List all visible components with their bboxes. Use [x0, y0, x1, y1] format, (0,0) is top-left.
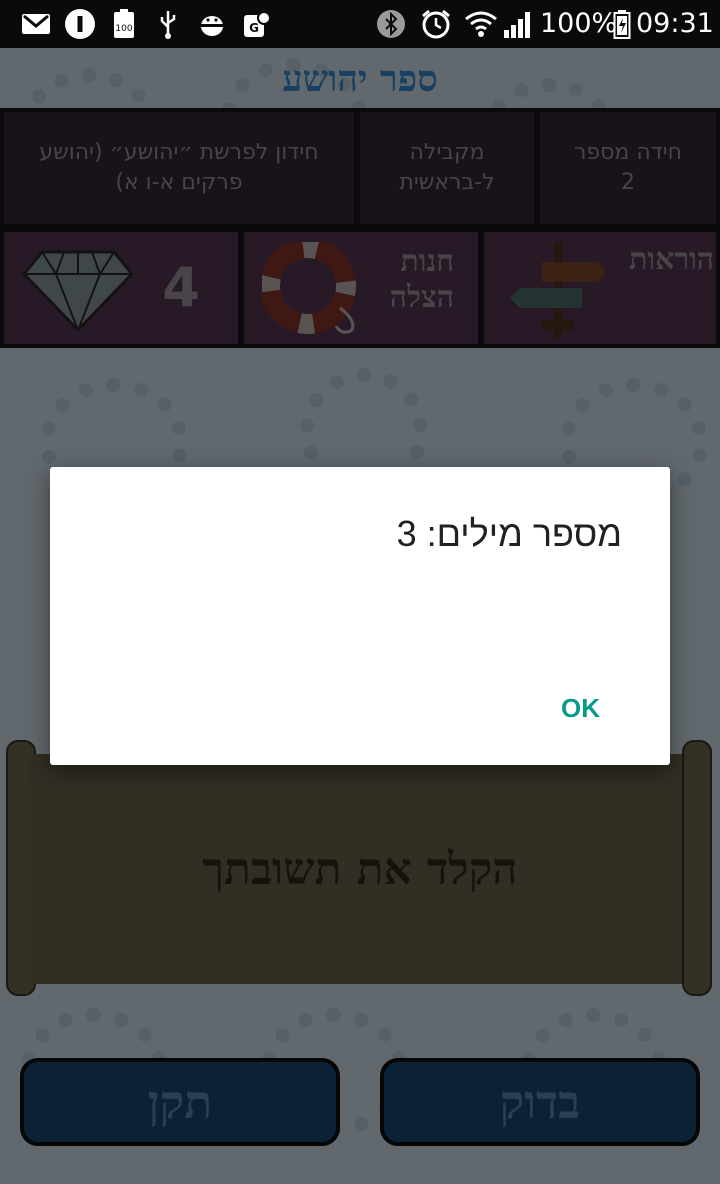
status-bar: 100 G 100% 09:31 — [0, 0, 720, 48]
svg-text:100: 100 — [115, 24, 132, 34]
info-icon — [64, 8, 96, 40]
ok-button[interactable]: OK — [561, 693, 600, 724]
usb-icon — [156, 8, 180, 40]
signal-icon — [502, 8, 534, 40]
clock: 09:31 — [636, 8, 714, 39]
android-debug-icon — [196, 8, 228, 40]
maps-icon: G — [242, 8, 272, 40]
wifi-icon — [464, 8, 498, 40]
word-count-dialog: מספר מילים: 3 OK — [50, 467, 670, 765]
dialog-message: מספר מילים: 3 — [396, 513, 622, 554]
alarm-icon — [420, 8, 452, 40]
battery-icon — [612, 8, 632, 40]
svg-text:G: G — [249, 21, 259, 35]
bluetooth-icon — [376, 8, 406, 40]
gmail-icon — [20, 8, 52, 40]
battery-100-icon: 100 — [110, 8, 138, 40]
battery-percent: 100% — [540, 8, 618, 39]
